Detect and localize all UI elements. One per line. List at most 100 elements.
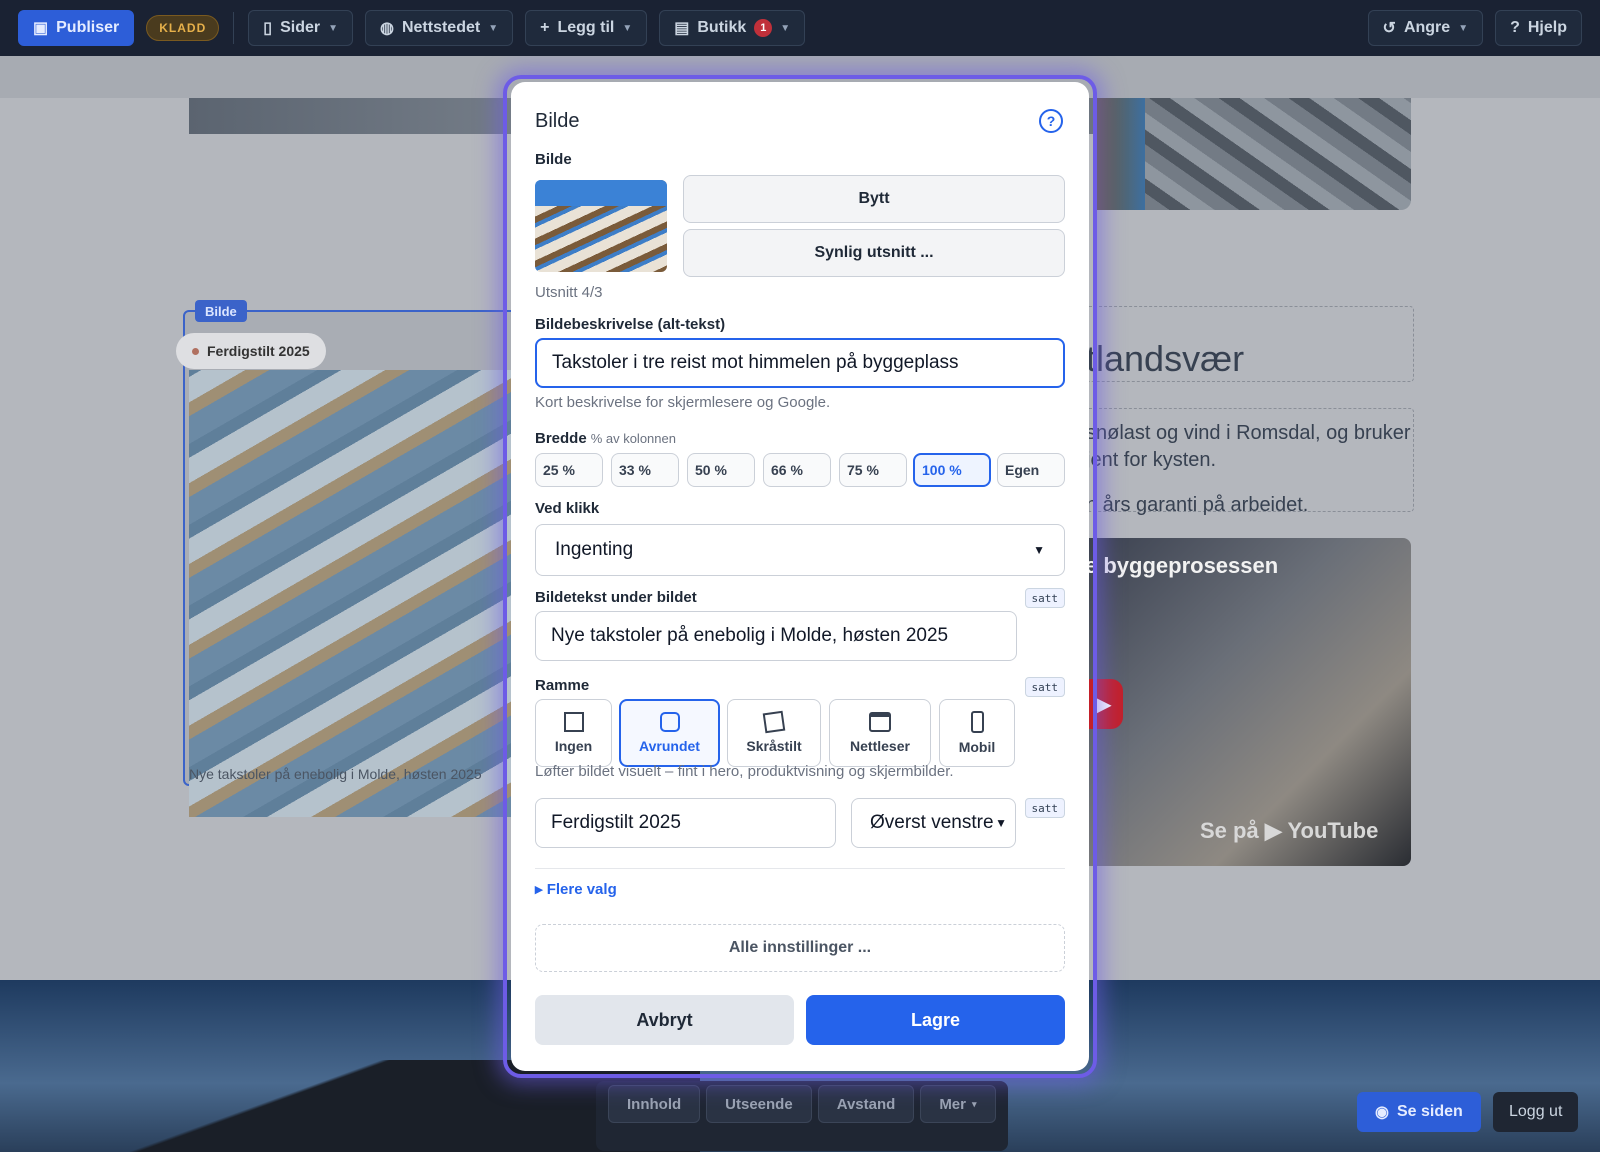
width-option-custom[interactable]: Egen bbox=[997, 453, 1065, 487]
block-settings-tabs: Innhold Utseende Avstand Mer ▾ bbox=[596, 1081, 1008, 1151]
chevron-down-icon: ▼ bbox=[780, 22, 791, 34]
frame-option-tilted[interactable]: Skråstilt bbox=[727, 699, 821, 767]
tab-more[interactable]: Mer ▾ bbox=[920, 1085, 996, 1123]
frame-option-tilted-label: Skråstilt bbox=[746, 738, 802, 754]
badge-position-value: Øverst venstre bbox=[870, 812, 994, 833]
alt-text-input[interactable]: Takstoler i tre reist mot himmelen på by… bbox=[535, 338, 1065, 388]
help-button[interactable]: ? Hjelp bbox=[1495, 10, 1582, 46]
alt-text-label: Bildebeskrivelse (alt-tekst) bbox=[535, 316, 726, 333]
section-heading: tlandsvær bbox=[1086, 338, 1245, 379]
chevron-down-icon: ▼ bbox=[622, 22, 633, 34]
video-title: e byggeprosessen bbox=[1085, 553, 1279, 578]
frame-label: Ramme bbox=[535, 677, 590, 694]
caret-down-icon: ▾ bbox=[972, 1098, 977, 1109]
image-badge-pill: Ferdigstilt 2025 bbox=[176, 333, 326, 369]
tab-spacing[interactable]: Avstand bbox=[817, 1085, 915, 1123]
save-disk-icon: ▣ bbox=[33, 20, 49, 37]
globe-icon: ◍ bbox=[380, 20, 394, 37]
paragraph-line-1: snølast og vind i Romsdal, og bruker bbox=[1086, 422, 1411, 444]
site-label: Nettstedet bbox=[401, 19, 481, 36]
pages-label: Sider bbox=[280, 19, 321, 36]
crop-ratio-hint: Utsnitt 4/3 bbox=[535, 284, 603, 301]
image-settings-dialog: Bilde ? Bilde Bytt Synlig utsnitt ... Ut… bbox=[511, 82, 1089, 1071]
width-option-50[interactable]: 50 % bbox=[687, 453, 755, 487]
publish-label: Publiser bbox=[56, 19, 120, 36]
image-badge-input[interactable]: Ferdigstilt 2025 bbox=[535, 798, 836, 848]
site-menu-button[interactable]: ◍ Nettstedet ▼ bbox=[365, 10, 514, 46]
page-icon: ▯ bbox=[263, 20, 273, 37]
undo-label: Angre bbox=[1403, 19, 1451, 36]
plus-icon: + bbox=[540, 19, 550, 36]
status-dot-icon bbox=[192, 347, 199, 355]
publish-button[interactable]: ▣ Publiser bbox=[18, 10, 135, 46]
tab-appearance[interactable]: Utseende bbox=[706, 1085, 812, 1123]
width-option-75[interactable]: 75 % bbox=[839, 453, 907, 487]
frame-option-mobile-label: Mobil bbox=[958, 739, 996, 755]
replace-image-button[interactable]: Bytt bbox=[683, 175, 1065, 223]
image-section-label: Bilde bbox=[535, 151, 572, 168]
section-divider bbox=[535, 868, 1065, 869]
frame-set-tag: satt bbox=[1024, 677, 1065, 697]
shop-count-badge: 1 bbox=[754, 19, 773, 37]
tab-content[interactable]: Innhold bbox=[608, 1085, 701, 1123]
hero-facade-image bbox=[1095, 98, 1145, 210]
frame-option-rounded-label: Avrundet bbox=[639, 738, 700, 754]
roof-trusses-image[interactable] bbox=[189, 370, 523, 817]
pages-menu-button[interactable]: ▯ Sider ▼ bbox=[248, 10, 353, 46]
watch-on-label: Se på bbox=[1200, 818, 1259, 843]
caption-label: Bildetekst under bildet bbox=[535, 589, 697, 606]
youtube-logo-icon: ▶ bbox=[1264, 818, 1288, 843]
help-circle-icon[interactable]: ? bbox=[1039, 109, 1063, 133]
chevron-down-icon: ▼ bbox=[1458, 22, 1469, 34]
chevron-down-icon: ▼ bbox=[328, 22, 338, 34]
question-icon: ? bbox=[1510, 19, 1520, 36]
tab-more-label: Mer bbox=[939, 1095, 966, 1113]
width-sublabel: % av kolonnen bbox=[590, 431, 676, 446]
frame-option-mobile[interactable]: Mobil bbox=[939, 699, 1015, 767]
hero-stone-image bbox=[1145, 98, 1411, 210]
width-option-100[interactable]: 100 % bbox=[913, 453, 991, 487]
youtube-brand-label: YouTube bbox=[1287, 818, 1379, 843]
help-label: Hjelp bbox=[1527, 19, 1567, 36]
undo-button[interactable]: ↺ Angre ▼ bbox=[1367, 10, 1484, 46]
crop-button[interactable]: Synlig utsnitt ... bbox=[683, 229, 1065, 277]
alt-text-hint: Kort beskrivelse for skjermlesere og Goo… bbox=[535, 394, 831, 411]
image-block-tag: Bilde bbox=[195, 300, 247, 322]
video-embed[interactable] bbox=[1085, 538, 1411, 866]
caption-set-tag: satt bbox=[1024, 588, 1065, 608]
image-thumbnail bbox=[535, 180, 667, 272]
youtube-watch-link[interactable]: Se på ▶ YouTube bbox=[1200, 818, 1378, 844]
paragraph-line-3: n års garanti på arbeidet. bbox=[1086, 494, 1309, 516]
eye-icon: ◉ bbox=[1375, 1104, 1389, 1121]
mobile-phone-icon bbox=[970, 711, 984, 733]
frame-option-none-label: Ingen bbox=[554, 738, 593, 754]
frame-option-browser[interactable]: Nettleser bbox=[829, 699, 931, 767]
add-label: Legg til bbox=[557, 19, 615, 36]
frame-option-none[interactable]: Ingen bbox=[535, 699, 612, 767]
width-option-25[interactable]: 25 % bbox=[535, 453, 603, 487]
add-menu-button[interactable]: + Legg til ▼ bbox=[525, 10, 648, 46]
rounded-square-icon bbox=[659, 712, 680, 732]
paragraph-line-2: jent for kysten. bbox=[1086, 449, 1217, 471]
logout-button[interactable]: Logg ut bbox=[1493, 1092, 1579, 1132]
all-settings-button[interactable]: Alle innstillinger ... bbox=[535, 924, 1065, 972]
shop-menu-button[interactable]: ▤ Butikk 1 ▼ bbox=[659, 10, 806, 46]
width-option-33[interactable]: 33 % bbox=[611, 453, 679, 487]
width-option-66[interactable]: 66 % bbox=[763, 453, 831, 487]
frame-hint: Løfter bildet visuelt – fint i hero, pro… bbox=[535, 763, 954, 780]
caption-input[interactable]: Nye takstoler på enebolig i Molde, høste… bbox=[535, 611, 1017, 661]
more-options-toggle[interactable]: ▸ Flere valg bbox=[535, 880, 617, 898]
draft-badge: KLADD bbox=[146, 15, 220, 41]
badge-position-select[interactable]: Øverst venstre ▼ bbox=[851, 798, 1016, 848]
shopping-bag-icon: ▤ bbox=[674, 20, 690, 37]
width-label: Bredde% av kolonnen bbox=[535, 430, 676, 447]
cancel-button[interactable]: Avbryt bbox=[535, 995, 794, 1045]
frame-option-rounded[interactable]: Avrundet bbox=[619, 699, 720, 767]
view-site-label: Se siden bbox=[1396, 1103, 1463, 1120]
save-button[interactable]: Lagre bbox=[806, 995, 1065, 1045]
view-site-button[interactable]: ◉ Se siden bbox=[1357, 1092, 1481, 1132]
on-click-select[interactable]: Ingenting ▼ bbox=[535, 524, 1065, 576]
square-icon bbox=[563, 712, 584, 732]
editor-toolbar: ▣ Publiser KLADD ▯ Sider ▼ ◍ Nettstedet … bbox=[0, 0, 1600, 56]
image-badge-text: Ferdigstilt 2025 bbox=[207, 343, 310, 359]
